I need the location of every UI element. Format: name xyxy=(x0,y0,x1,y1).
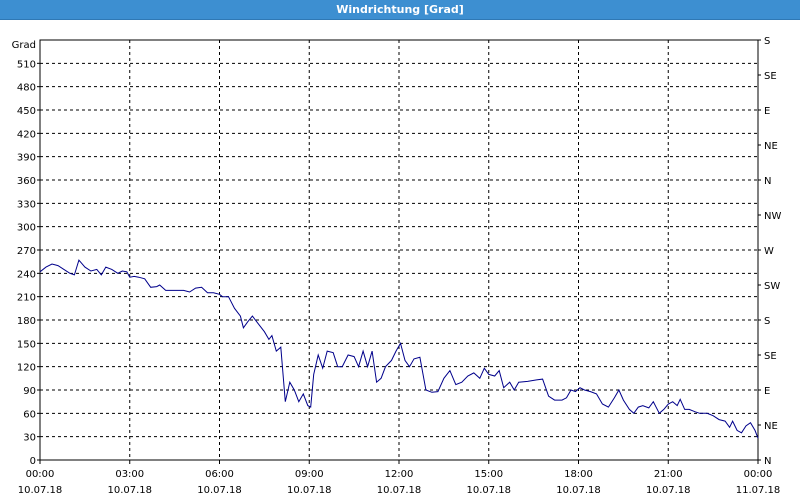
x-tick-date: 10.07.18 xyxy=(646,485,691,496)
y-tick-label: 510 xyxy=(17,59,36,70)
y-right-tick-label: SE xyxy=(764,351,777,362)
y-tick-label: 180 xyxy=(17,316,36,327)
y-tick-label: 240 xyxy=(17,269,36,280)
x-tick-date: 10.07.18 xyxy=(18,485,63,496)
x-tick-date: 10.07.18 xyxy=(466,485,511,496)
x-tick-date: 10.07.18 xyxy=(377,485,422,496)
y-tick-label: 300 xyxy=(17,223,36,234)
x-tick-time: 18:00 xyxy=(564,469,593,480)
y-right-tick-label: W xyxy=(764,246,774,257)
x-tick-time: 00:00 xyxy=(26,469,55,480)
y-right-tick-label: S xyxy=(764,316,770,327)
y-right-tick-label: SE xyxy=(764,71,777,82)
y-right-tick-label: N xyxy=(764,456,771,467)
x-tick-time: 15:00 xyxy=(474,469,503,480)
chart-area: 0 30 60 90 120 150 180 210 240 270 300 330 360 390 420… xyxy=(12,36,782,496)
y-tick-label: 150 xyxy=(17,339,36,350)
y-right-tick-label: NE xyxy=(764,421,778,432)
x-tick-date: 10.07.18 xyxy=(107,485,152,496)
y-tick-label: 390 xyxy=(17,153,36,164)
y-right-tick-label: NW xyxy=(764,211,781,222)
y-tick-label: 450 xyxy=(17,106,36,117)
x-tick-date: 11.07.18 xyxy=(736,485,781,496)
x-tick-date: 10.07.18 xyxy=(556,485,601,496)
y-tick-label: 360 xyxy=(17,176,36,187)
y-right-tick-label: E xyxy=(764,386,770,397)
y-right-tick-label: S xyxy=(764,36,770,47)
x-tick-time: 12:00 xyxy=(385,469,414,480)
x-tick-time: 21:00 xyxy=(654,469,683,480)
x-tick-date: 10.07.18 xyxy=(287,485,332,496)
y-tick-label: 210 xyxy=(17,293,36,304)
x-tick-date: 10.07.18 xyxy=(197,485,242,496)
y-tick-label: 0 xyxy=(30,456,36,467)
x-axis: 00:00 10.07.18 03:00 10.07.18 06:00 10.07.18 0… xyxy=(18,460,781,496)
y-tick-label: 270 xyxy=(17,246,36,257)
y-axis-right: N NE E SE S SW W NW N NE E SE S xyxy=(758,36,781,467)
y-tick-label: 60 xyxy=(23,409,36,420)
y-axis-label: Grad xyxy=(12,40,36,51)
x-tick-time: 00:00 xyxy=(744,469,773,480)
y-right-tick-label: E xyxy=(764,106,770,117)
y-axis-left: 0 30 60 90 120 150 180 210 240 270 300 330 360 390 420… xyxy=(17,59,40,467)
y-tick-label: 30 xyxy=(23,433,36,444)
y-tick-label: 480 xyxy=(17,83,36,94)
y-tick-label: 120 xyxy=(17,363,36,374)
x-tick-time: 09:00 xyxy=(295,469,324,480)
y-right-tick-label: NE xyxy=(764,141,778,152)
y-right-tick-label: N xyxy=(764,176,771,187)
y-tick-label: 330 xyxy=(17,199,36,210)
x-tick-time: 06:00 xyxy=(205,469,234,480)
chart-grid xyxy=(40,40,758,460)
x-tick-time: 03:00 xyxy=(115,469,144,480)
y-tick-label: 90 xyxy=(23,386,36,397)
y-right-tick-label: SW xyxy=(764,281,780,292)
y-tick-label: 420 xyxy=(17,129,36,140)
